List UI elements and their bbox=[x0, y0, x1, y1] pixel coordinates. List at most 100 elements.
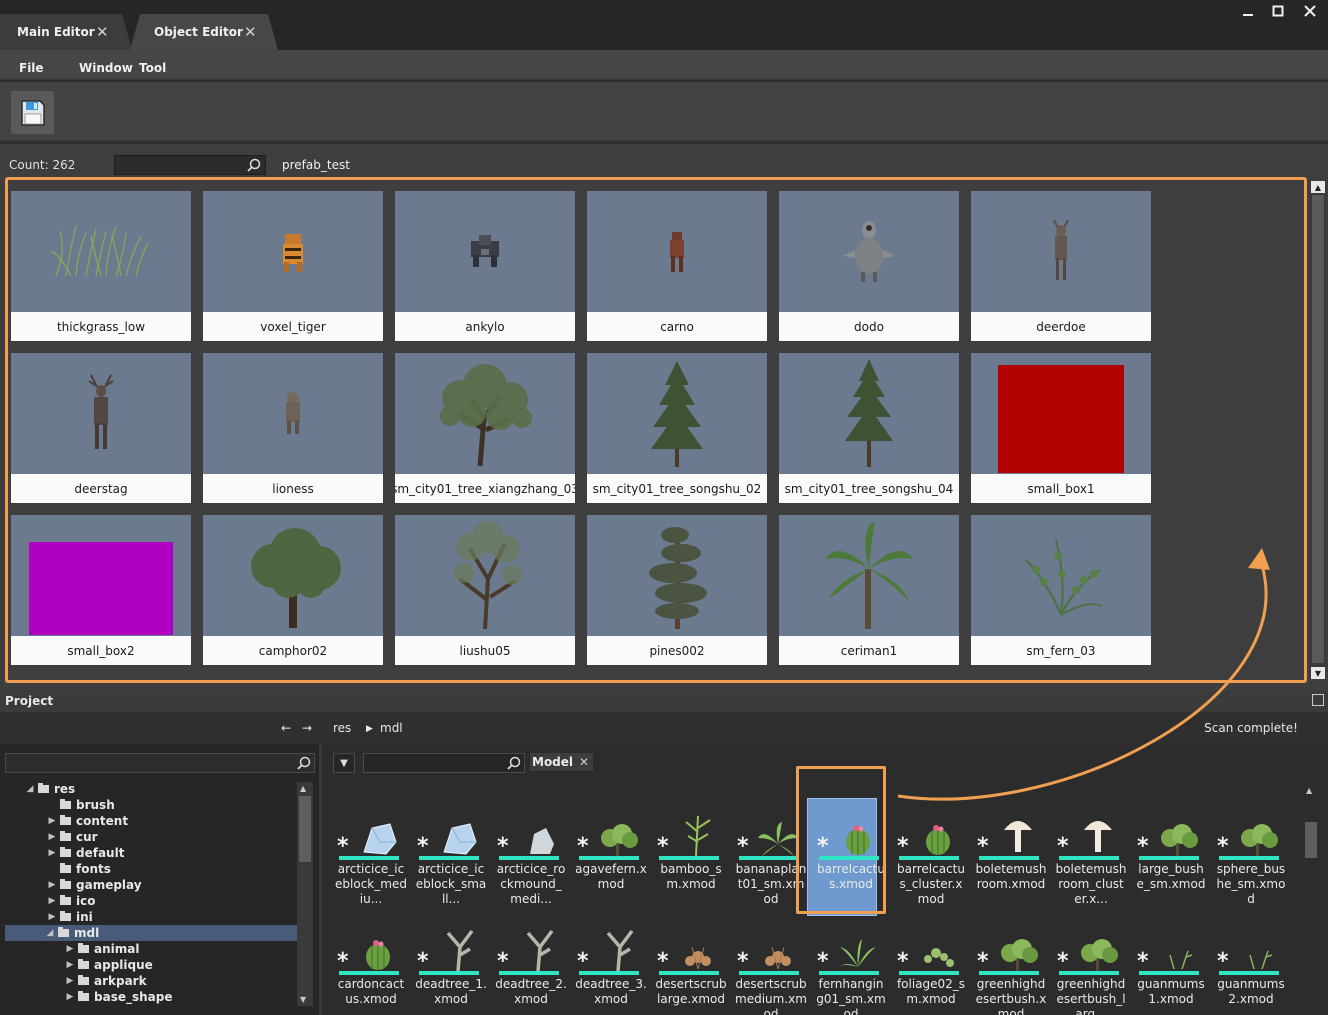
tree-item-ico[interactable]: ▶ ico bbox=[5, 893, 298, 909]
menu-window[interactable]: Window bbox=[79, 61, 133, 75]
asset-item[interactable]: * bamboo_sm.xmod bbox=[655, 814, 727, 924]
tree-item-content[interactable]: ▶ content bbox=[5, 813, 298, 829]
object-card[interactable]: ceriman1 bbox=[779, 515, 959, 665]
window-close-icon[interactable] bbox=[1294, 0, 1326, 22]
expanded-arrow-icon[interactable]: ◢ bbox=[25, 784, 35, 794]
asset-item[interactable]: * cardoncactus.xmod bbox=[335, 929, 407, 1015]
tree-item-default[interactable]: ▶ default bbox=[5, 845, 298, 861]
collapsed-arrow-icon[interactable]: ▶ bbox=[65, 960, 75, 970]
tree-item-arkpark[interactable]: ▶ arkpark bbox=[5, 973, 298, 989]
search-icon[interactable] bbox=[507, 756, 521, 770]
filter-tag-model[interactable]: Model ✕ bbox=[530, 753, 594, 771]
object-card[interactable]: dodo bbox=[779, 191, 959, 341]
object-card[interactable]: small_box1 bbox=[971, 353, 1151, 503]
minimize-icon[interactable] bbox=[1232, 0, 1264, 22]
asset-item[interactable]: * arcticice_rockmound_medi... bbox=[495, 814, 567, 924]
tree-item-fonts[interactable]: fonts bbox=[5, 861, 298, 877]
asset-item[interactable]: * agavefern.xmod bbox=[575, 814, 647, 924]
close-icon[interactable]: ✕ bbox=[579, 755, 589, 769]
asset-item[interactable]: * large_bushe_sm.xmod bbox=[1135, 814, 1207, 924]
object-card[interactable]: sm_city01_tree_songshu_02 bbox=[587, 353, 767, 503]
maximize-icon[interactable] bbox=[1262, 0, 1294, 22]
back-arrow-icon[interactable]: ← bbox=[281, 721, 291, 735]
object-search-input[interactable] bbox=[114, 155, 266, 175]
object-card[interactable]: camphor02 bbox=[203, 515, 383, 665]
object-card[interactable]: sm_city01_tree_songshu_04 bbox=[779, 353, 959, 503]
tree-search-input[interactable] bbox=[5, 753, 315, 773]
asset-item[interactable]: * sphere_bushe_sm.xmod bbox=[1215, 814, 1287, 924]
pin-icon[interactable] bbox=[1312, 694, 1324, 706]
scroll-up-icon[interactable]: ▲ bbox=[1306, 786, 1312, 795]
object-card[interactable]: ankylo bbox=[395, 191, 575, 341]
object-card[interactable]: small_box2 bbox=[11, 515, 191, 665]
asset-item[interactable]: * greenhighdesertbush.xmod bbox=[975, 929, 1047, 1015]
asset-item[interactable]: * barrelcactus_cluster.xmod bbox=[895, 814, 967, 924]
asset-search-input[interactable] bbox=[363, 753, 525, 773]
scrollbar-thumb[interactable] bbox=[1305, 822, 1317, 858]
filter-dropdown[interactable]: ▼ bbox=[333, 753, 355, 773]
scroll-up-icon[interactable]: ▲ bbox=[300, 784, 306, 793]
asset-item[interactable]: * guanmums2.xmod bbox=[1215, 929, 1287, 1015]
asset-item[interactable]: * boletemushroom.xmod bbox=[975, 814, 1047, 924]
tab-main-editor[interactable]: Main Editor ✕ bbox=[0, 14, 132, 50]
tree-item-mdl[interactable]: ◢ mdl bbox=[5, 925, 298, 941]
asset-item[interactable]: * deadtree_2.xmod bbox=[495, 929, 567, 1015]
collapsed-arrow-icon[interactable]: ▶ bbox=[65, 992, 75, 1002]
tree-scrollbar[interactable]: ▲ ▼ bbox=[297, 782, 313, 1006]
object-card[interactable]: lioness bbox=[203, 353, 383, 503]
collapsed-arrow-icon[interactable]: ▶ bbox=[47, 816, 57, 826]
collapsed-arrow-icon[interactable]: ▶ bbox=[47, 848, 57, 858]
tree-item-cur[interactable]: ▶ cur bbox=[5, 829, 298, 845]
object-card[interactable]: deerdoe bbox=[971, 191, 1151, 341]
asset-item[interactable]: * boletemushroom_cluster.x... bbox=[1055, 814, 1127, 924]
menu-tool[interactable]: Tool bbox=[139, 61, 166, 75]
close-icon[interactable]: ✕ bbox=[96, 23, 109, 41]
tree-item-gameplay[interactable]: ▶ gameplay bbox=[5, 877, 298, 893]
asset-item[interactable]: * fernhanging01_sm.xmod bbox=[815, 929, 887, 1015]
object-card[interactable]: thickgrass_low bbox=[11, 191, 191, 341]
tree-item-brush[interactable]: brush bbox=[5, 797, 298, 813]
menu-file[interactable]: File bbox=[19, 61, 44, 75]
breadcrumb-res[interactable]: res bbox=[333, 721, 351, 735]
asset-item[interactable]: * guanmums1.xmod bbox=[1135, 929, 1207, 1015]
object-card[interactable]: carno bbox=[587, 191, 767, 341]
collapsed-arrow-icon[interactable]: ▶ bbox=[47, 832, 57, 842]
collapsed-arrow-icon[interactable]: ▶ bbox=[47, 880, 57, 890]
scroll-down-icon[interactable]: ▼ bbox=[300, 995, 306, 1004]
scrollbar-thumb[interactable] bbox=[299, 796, 311, 862]
asset-item[interactable]: * desertscrubmedium.xmod bbox=[735, 929, 807, 1015]
asset-item[interactable]: * foliage02_sm.xmod bbox=[895, 929, 967, 1015]
object-card[interactable]: pines002 bbox=[587, 515, 767, 665]
search-icon[interactable] bbox=[297, 756, 311, 770]
asset-item[interactable]: * desertscrublarge.xmod bbox=[655, 929, 727, 1015]
save-button[interactable] bbox=[11, 91, 54, 134]
breadcrumb-mdl[interactable]: mdl bbox=[380, 721, 403, 735]
asset-item[interactable]: * arcticice_iceblock_mediu... bbox=[335, 814, 407, 924]
object-card[interactable]: sm_fern_03 bbox=[971, 515, 1151, 665]
tree-item-animal[interactable]: ▶ animal bbox=[5, 941, 298, 957]
object-card[interactable]: voxel_tiger bbox=[203, 191, 383, 341]
asset-scrollbar[interactable]: ▲ bbox=[1303, 784, 1319, 1015]
scroll-up-icon[interactable]: ▲ bbox=[1311, 181, 1325, 193]
asset-item[interactable]: * deadtree_3.xmod bbox=[575, 929, 647, 1015]
object-card[interactable]: deerstag bbox=[11, 353, 191, 503]
scrollbar-thumb[interactable] bbox=[1312, 195, 1324, 663]
asset-item[interactable]: * greenhighdesertbush_larg... bbox=[1055, 929, 1127, 1015]
tree-item-res[interactable]: ◢ res bbox=[5, 781, 298, 797]
object-card[interactable]: liushu05 bbox=[395, 515, 575, 665]
collapsed-arrow-icon[interactable]: ▶ bbox=[47, 896, 57, 906]
object-card[interactable]: sm_city01_tree_xiangzhang_03 bbox=[395, 353, 575, 503]
collapsed-arrow-icon[interactable]: ▶ bbox=[65, 976, 75, 986]
close-icon[interactable]: ✕ bbox=[244, 23, 257, 41]
forward-arrow-icon[interactable]: → bbox=[302, 721, 312, 735]
asset-item[interactable]: * arcticice_iceblock_small... bbox=[415, 814, 487, 924]
expanded-arrow-icon[interactable]: ◢ bbox=[45, 928, 55, 938]
collapsed-arrow-icon[interactable]: ▶ bbox=[47, 912, 57, 922]
tree-item-base-shape[interactable]: ▶ base_shape bbox=[5, 989, 298, 1005]
search-icon[interactable] bbox=[247, 158, 261, 172]
asset-item[interactable]: * deadtree_1.xmod bbox=[415, 929, 487, 1015]
tab-object-editor[interactable]: Object Editor ✕ bbox=[130, 14, 278, 50]
collapsed-arrow-icon[interactable]: ▶ bbox=[65, 944, 75, 954]
tree-item-applique[interactable]: ▶ applique bbox=[5, 957, 298, 973]
scroll-down-icon[interactable]: ▼ bbox=[1311, 667, 1325, 679]
